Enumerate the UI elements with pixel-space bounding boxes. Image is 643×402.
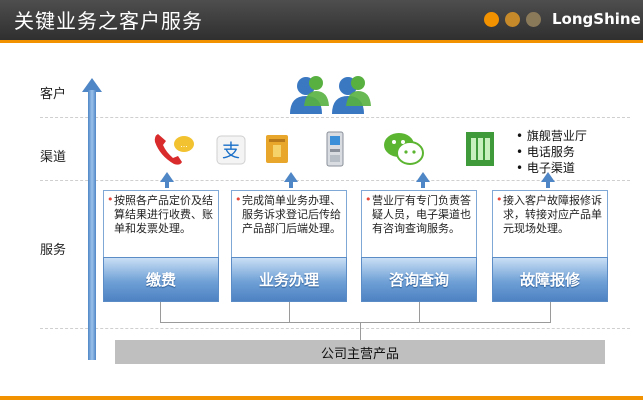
service-button-inquiry[interactable]: 咨询查询 <box>361 257 477 302</box>
service-button-repair[interactable]: 故障报修 <box>492 257 608 302</box>
vertical-arrow-shaft <box>88 90 96 360</box>
row-divider <box>40 117 630 118</box>
up-arrow-icon <box>284 172 298 182</box>
base-products-bar: 公司主营产品 <box>115 340 605 364</box>
up-arrow-stem <box>165 182 169 188</box>
channel-item: • 旗舰营业厅 <box>516 129 587 143</box>
up-arrow-stem <box>289 182 293 188</box>
service-desc-box: • 按照各产品定价及结算结果进行收费、账单和发票处理。 <box>103 190 219 257</box>
brown-dot-icon <box>526 12 541 27</box>
users-icon <box>290 76 371 114</box>
wechat-icon <box>384 133 424 165</box>
alipay-icon: 支 <box>216 135 246 165</box>
row-label-customer: 客户 <box>40 87 67 102</box>
connector-line <box>360 322 361 340</box>
atm-kiosk-icon <box>326 131 344 167</box>
service-desc-box: • 完成简单业务办理、服务诉求登记后传给产品部门后端处理。 <box>231 190 347 257</box>
up-arrow-icon <box>160 172 174 182</box>
up-arrow-icon <box>416 172 430 182</box>
page-title: 关键业务之客户服务 <box>14 9 203 33</box>
bank-card-icon <box>266 135 288 163</box>
header-accent-line <box>0 40 643 43</box>
service-button-business[interactable]: 业务办理 <box>231 257 347 302</box>
up-arrow-icon <box>541 172 555 182</box>
footer-accent-line <box>0 396 643 400</box>
up-arrow-stem <box>421 182 425 188</box>
service-desc-box: • 接入客户故障报修诉求，转接对应产品单元现场处理。 <box>492 190 608 257</box>
orange-dot-icon <box>484 12 499 27</box>
service-desc-text: 按照各产品定价及结算结果进行收费、账单和发票处理。 <box>114 194 213 235</box>
connector-line <box>160 322 551 323</box>
svg-text:...: ... <box>180 140 188 149</box>
service-desc-box: • 营业厅有专门负责答疑人员，电子渠道也有咨询查询服务。 <box>361 190 477 257</box>
svg-text:支: 支 <box>222 141 240 162</box>
amber-dot-icon <box>505 12 520 27</box>
channel-item: • 电话服务 <box>516 145 575 159</box>
connector-line <box>289 302 290 322</box>
service-desc-text: 接入客户故障报修诉求，转接对应产品单元现场处理。 <box>503 194 602 235</box>
header-bar: 关键业务之客户服务 LongShine <box>0 0 643 40</box>
connector-line <box>550 302 551 322</box>
company-logo: LongShine <box>552 10 641 28</box>
row-divider <box>40 328 630 329</box>
service-button-payment[interactable]: 缴费 <box>103 257 219 302</box>
connector-line <box>419 302 420 322</box>
service-desc-text: 营业厅有专门负责答疑人员，电子渠道也有咨询查询服务。 <box>372 194 471 235</box>
building-icon <box>466 132 494 166</box>
connector-line <box>160 302 161 322</box>
up-arrow-stem <box>546 182 550 188</box>
row-label-channel: 渠道 <box>40 150 67 165</box>
phone-icon: ... <box>154 134 194 165</box>
row-label-service: 服务 <box>40 243 67 258</box>
service-desc-text: 完成简单业务办理、服务诉求登记后传给产品部门后端处理。 <box>242 194 341 235</box>
